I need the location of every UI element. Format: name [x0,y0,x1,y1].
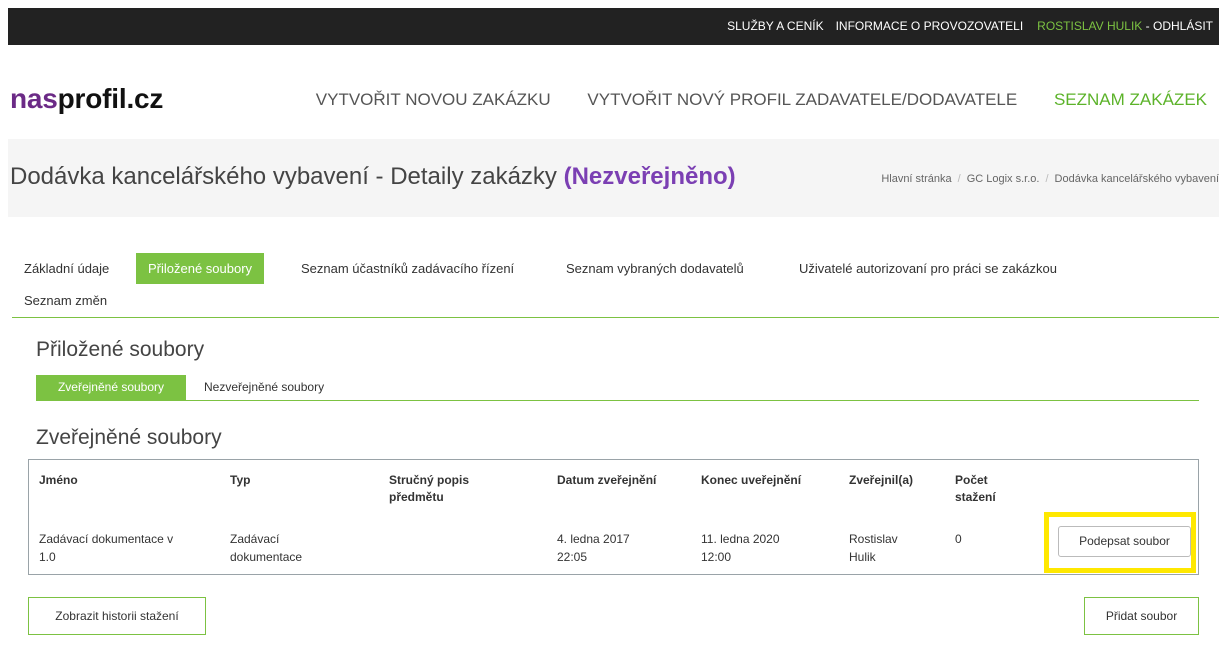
breadcrumb-separator: / [957,173,961,185]
cell-end-date: 11. ledna 2020 [701,532,780,546]
col-header-description-line1: Stručný popis [389,473,470,487]
breadcrumb-separator: / [1045,173,1049,185]
download-history-button[interactable]: Zobrazit historii stažení [28,597,206,635]
cell-published-time: 22:05 [557,550,588,564]
files-table: Jméno Typ Stručný popis předmětu Datum z… [28,459,1199,575]
status-badge: (Nezveřejněno) [563,163,736,190]
breadcrumb-home[interactable]: Hlavní stránka [881,173,951,185]
cell-end: 11. ledna 2020 12:00 [701,530,780,566]
subtab-published[interactable]: Zveřejněné soubory [36,375,186,400]
cell-published-date: 4. ledna 2017 [557,532,630,546]
user-name-link[interactable]: ROSTISLAV HULIK [1037,19,1142,33]
title-band: Dodávka kancelářského vybavení - Detaily… [8,139,1219,217]
add-file-button[interactable]: Přidat soubor [1084,597,1199,635]
tab-attached-files[interactable]: Přiložené soubory [136,253,265,284]
table-title: Zveřejněné soubory [36,426,222,449]
section-title: Přiložené soubory [36,338,205,361]
col-header-description-line2: předmětu [389,490,444,504]
top-links: SLUŽBY A CENÍK INFORMACE O PROVOZOVATELI… [715,19,1213,33]
cell-type-line1: Zadávací [230,532,280,546]
site-logo[interactable]: nasprofil.cz [10,83,163,115]
col-header-end: Konec uveřejnění [701,473,802,487]
cell-type: Zadávací dokumentace [230,530,302,566]
col-header-published-by: Zveřejnil(a) [849,473,914,487]
logout-link[interactable]: ODHLÁSIT [1153,19,1213,33]
cell-published-by: Rostislav Hulik [849,530,898,566]
tab-authorized-users[interactable]: Uživatelé autorizovaní pro práci se zaká… [787,253,1069,284]
cell-published: 4. ledna 2017 22:05 [557,530,630,566]
tab-participants[interactable]: Seznam účastníků zadávacího řízení [289,253,526,284]
page-title: Dodávka kancelářského vybavení - Detaily… [10,163,736,191]
cell-published-by-line2: Hulik [849,550,876,564]
col-header-description: Stručný popis předmětu [389,472,469,506]
operator-info-link[interactable]: INFORMACE O PROVOZOVATELI [836,19,1024,33]
breadcrumb-current: Dodávka kancelářského vybavení [1054,173,1219,185]
main-nav: VYTVOŘIT NOVOU ZAKÁZKU VYTVOŘIT NOVÝ PRO… [284,90,1207,110]
cell-name-line2: 1.0 [39,550,56,564]
col-header-count-line2: stažení [955,490,996,504]
site-header: nasprofil.cz VYTVOŘIT NOVOU ZAKÁZKU VYTV… [8,45,1219,139]
col-header-name: Jméno [39,473,78,487]
tab-selected-suppliers[interactable]: Seznam vybraných dodavatelů [554,253,756,284]
col-header-published: Datum zveřejnění [557,473,657,487]
top-bar: SLUŽBY A CENÍK INFORMACE O PROVOZOVATELI… [8,8,1219,45]
logo-part-2: profil.cz [57,83,164,114]
page-title-text: Dodávka kancelářského vybavení - Detaily… [10,163,564,190]
cell-name-line1: Zadávací dokumentace v [39,532,174,546]
subtab-unpublished[interactable]: Nezveřejněné soubory [196,375,332,400]
nav-create-profile[interactable]: VYTVOŘIT NOVÝ PROFIL ZADAVATELE/DODAVATE… [587,90,1017,109]
nav-create-tender[interactable]: VYTVOŘIT NOVOU ZAKÁZKU [316,90,551,109]
breadcrumb-company[interactable]: GC Logix s.r.o. [967,173,1040,185]
cell-download-count: 0 [955,532,962,546]
services-link[interactable]: SLUŽBY A CENÍK [727,19,824,33]
cell-type-line2: dokumentace [230,550,303,564]
page: SLUŽBY A CENÍK INFORMACE O PROVOZOVATELI… [8,8,1219,646]
cell-published-by-line1: Rostislav [849,532,898,546]
user-separator: - [1142,19,1153,33]
breadcrumb: Hlavní stránka / GC Logix s.r.o. / Dodávka k… [881,173,1219,185]
tabs-divider [12,317,1219,318]
cell-end-time: 12:00 [701,550,732,564]
col-header-count-line1: Počet [955,473,988,487]
logo-part-1: nas [10,83,58,114]
tab-basic-info[interactable]: Základní údaje [12,253,121,284]
subtabs-divider [36,400,1199,401]
cell-name[interactable]: Zadávací dokumentace v 1.0 [39,530,173,566]
nav-tender-list[interactable]: SEZNAM ZAKÁZEK [1054,90,1207,109]
tab-changes[interactable]: Seznam změn [12,285,119,316]
highlight-box [1044,512,1196,573]
col-header-type: Typ [230,473,251,487]
col-header-download-count: Počet stažení [955,472,996,506]
